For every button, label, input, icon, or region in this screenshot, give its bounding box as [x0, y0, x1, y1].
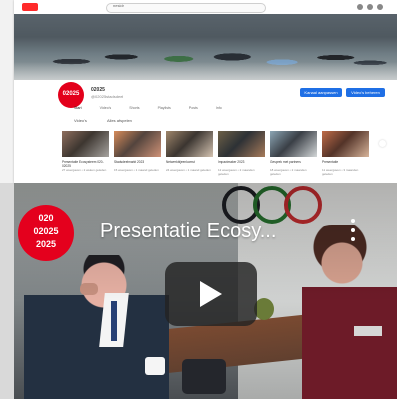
- video-shelf: Presentatie Ecosysteem 020-02025 27 weer…: [62, 131, 382, 176]
- channel-preview: nesidr 02025 02025 @02025stadsdeel Kanaa…: [14, 0, 397, 183]
- video-meta: 15 weergaven • 1 maand geleden: [114, 168, 159, 172]
- video-card[interactable]: Presentatie Ecosysteem 020-02025 27 weer…: [62, 131, 109, 172]
- tab-info[interactable]: Info: [216, 106, 222, 114]
- menu-dot: [351, 237, 355, 241]
- channel-name: 02025: [91, 87, 105, 93]
- video-meta: 24 weergaven • 1 maand geleden: [166, 168, 211, 172]
- tab-posts[interactable]: Posts: [189, 106, 198, 114]
- menu-dot: [351, 228, 355, 232]
- youtube-header: nesidr: [14, 0, 397, 15]
- video-card[interactable]: Netwerkbijeenkomst 24 weergaven • 1 maan…: [166, 131, 213, 172]
- video-title[interactable]: Netwerkbijeenkomst: [166, 160, 213, 164]
- video-logo-line-3: 2025: [35, 239, 57, 249]
- play-icon: [200, 281, 222, 307]
- tab-shorts[interactable]: Shorts: [129, 106, 139, 114]
- search-input[interactable]: nesidr: [106, 3, 266, 13]
- tab-start[interactable]: Start: [74, 106, 82, 114]
- video-logo-line-2: 02025: [33, 226, 59, 236]
- video-title[interactable]: Presentatie Ecosy...: [100, 220, 276, 242]
- video-thumbnail[interactable]: [62, 131, 109, 157]
- tab-videos[interactable]: Video's: [100, 106, 112, 114]
- tab-playlists[interactable]: Playlists: [158, 106, 171, 114]
- manage-videos-button[interactable]: Video's beheren: [346, 88, 385, 97]
- video-thumbnail[interactable]: [114, 131, 161, 157]
- play-all-button[interactable]: Alles afspelen: [107, 118, 132, 123]
- video-shelf-header: Video's Alles afspelen: [74, 118, 374, 126]
- video-title[interactable]: Presentatie Ecosysteem 020-02025: [62, 160, 109, 168]
- customize-channel-button[interactable]: Kanaal aanpassen: [300, 88, 342, 97]
- channel-handle: @02025stadsdeel: [91, 94, 124, 99]
- play-button[interactable]: [165, 262, 257, 326]
- video-title[interactable]: Impactmaker 2023: [218, 160, 265, 164]
- youtube-logo-icon[interactable]: [22, 3, 38, 11]
- video-meta: 11 weergaven • 3 maanden geleden: [322, 168, 359, 176]
- channel-avatar-text: 02025: [62, 91, 80, 97]
- shelf-next-arrow-icon[interactable]: [379, 140, 386, 147]
- video-meta: 27 weergaven • 2 weken geleden: [62, 168, 107, 172]
- video-thumbnail[interactable]: [218, 131, 265, 157]
- video-card[interactable]: Gesprek met partners 18 weergaven • 2 ma…: [270, 131, 317, 176]
- video-logo-line-1: 020: [38, 213, 54, 223]
- create-icon[interactable]: [357, 4, 363, 10]
- search-input-text: nesidr: [113, 3, 124, 8]
- video-card[interactable]: Impactmaker 2023 12 weergaven • 2 maande…: [218, 131, 265, 176]
- video-logo: 020 02025 2025: [18, 205, 74, 261]
- video-title[interactable]: Presentatie: [322, 160, 369, 164]
- video-title[interactable]: Gesprek met partners: [270, 160, 317, 164]
- notifications-icon[interactable]: [367, 4, 373, 10]
- channel-tabs: Start Video's Shorts Playlists Posts Inf…: [74, 106, 294, 114]
- video-card[interactable]: Presentatie 11 weergaven • 3 maanden gel…: [322, 131, 369, 176]
- header-actions: [357, 4, 389, 10]
- video-thumbnail[interactable]: [270, 131, 317, 157]
- channel-banner: [14, 14, 397, 80]
- more-options-icon[interactable]: [349, 219, 357, 243]
- video-meta: 12 weergaven • 2 maanden geleden: [218, 168, 255, 176]
- channel-avatar[interactable]: 02025: [58, 82, 84, 108]
- video-title[interactable]: Stadsdeelmarkt 2023: [114, 160, 161, 164]
- video-thumbnail[interactable]: [322, 131, 369, 157]
- account-icon[interactable]: [377, 4, 383, 10]
- video-shelf-title: Video's: [74, 118, 87, 123]
- video-card[interactable]: Stadsdeelmarkt 2023 15 weergaven • 1 maa…: [114, 131, 161, 172]
- video-meta: 18 weergaven • 2 maanden geleden: [270, 168, 307, 176]
- menu-dot: [351, 219, 355, 223]
- video-thumbnail[interactable]: [166, 131, 213, 157]
